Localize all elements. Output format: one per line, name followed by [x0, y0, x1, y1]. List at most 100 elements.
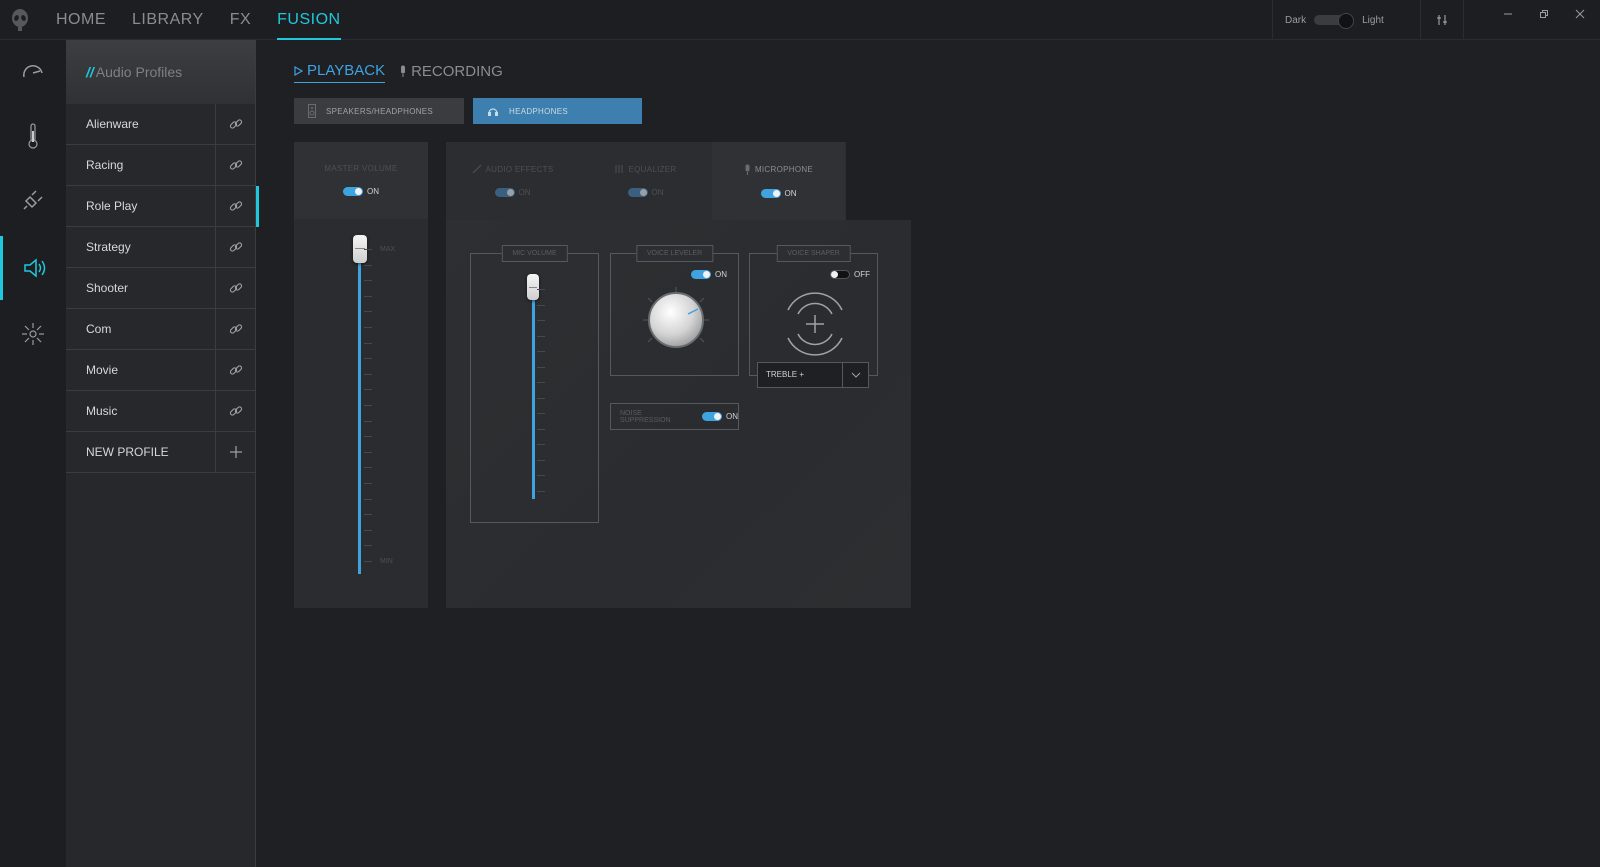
- power-plug-icon[interactable]: [0, 168, 66, 232]
- microphone-title: MICROPHONE: [712, 142, 845, 175]
- slider-tick: [537, 475, 545, 476]
- voice-shaper-toggle[interactable]: OFF: [830, 270, 870, 279]
- equalizer-switch[interactable]: [627, 188, 648, 197]
- noise-suppression-title: NOISE SUPPRESSION: [620, 409, 671, 424]
- voice-leveler-switch[interactable]: [691, 270, 711, 279]
- slider-tick: [364, 311, 372, 313]
- tab-playback[interactable]: PLAYBACK: [294, 62, 386, 83]
- headphones-button[interactable]: HEADPHONES: [473, 98, 642, 124]
- new-profile-button[interactable]: NEW PROFILE: [66, 432, 215, 472]
- master-volume-slider[interactable]: MAX MIN: [294, 219, 428, 608]
- gauge-icon[interactable]: [0, 40, 66, 104]
- tab-recording[interactable]: RECORDING: [399, 62, 503, 83]
- voice-leveler-knob[interactable]: [638, 282, 714, 358]
- speaker-box-icon: [308, 104, 316, 118]
- master-volume-track[interactable]: [358, 239, 361, 574]
- profile-name[interactable]: Com: [66, 309, 215, 349]
- nav-home[interactable]: HOME: [56, 0, 106, 40]
- noise-suppression-switch[interactable]: [702, 412, 722, 421]
- voice-leveler-state: ON: [715, 270, 727, 279]
- profile-row: Shooter: [66, 268, 255, 309]
- mic-volume-track[interactable]: [532, 284, 535, 499]
- master-volume-title: MASTER VOLUME: [324, 164, 398, 173]
- tab-equalizer[interactable]: EQUALIZER ON: [579, 142, 712, 220]
- speaker-icon[interactable]: [0, 236, 66, 300]
- thermometer-icon[interactable]: [0, 104, 66, 168]
- close-icon[interactable]: [1570, 6, 1590, 22]
- profile-name[interactable]: Strategy: [66, 227, 215, 267]
- link-icon[interactable]: [215, 186, 255, 226]
- link-icon[interactable]: [215, 309, 255, 349]
- equalizer-icon: [615, 165, 623, 173]
- microphone-switch[interactable]: [760, 189, 781, 198]
- restore-icon[interactable]: [1534, 6, 1554, 22]
- master-volume-toggle[interactable]: ON: [294, 187, 428, 196]
- slider-tick: [537, 444, 545, 445]
- profile-name[interactable]: Role Play: [66, 186, 215, 226]
- slider-tick: [364, 561, 372, 562]
- speakers-headphones-button[interactable]: SPEAKERS/HEADPHONES: [294, 98, 464, 124]
- tab-recording-label: RECORDING: [411, 62, 503, 80]
- profile-row: Role Play: [66, 186, 259, 227]
- profile-row: Movie: [66, 350, 255, 391]
- link-icon[interactable]: [215, 104, 255, 144]
- theme-switch[interactable]: [1314, 13, 1355, 29]
- tab-microphone[interactable]: MICROPHONE ON: [712, 142, 845, 220]
- new-profile-row: NEW PROFILE: [66, 432, 255, 473]
- link-icon[interactable]: [215, 268, 255, 308]
- profile-row: Music: [66, 391, 255, 432]
- microphone-icon: [401, 65, 406, 77]
- link-icon[interactable]: [215, 227, 255, 267]
- voice-shaper-graphic-icon: [784, 288, 846, 360]
- voice-shaper-dropdown[interactable]: TREBLE +: [757, 362, 869, 388]
- master-volume-switch[interactable]: [343, 187, 363, 196]
- equalizer-toggle[interactable]: ON: [579, 188, 712, 197]
- slider-tick: [364, 514, 372, 516]
- audio-effects-label: AUDIO EFFECTS: [485, 164, 554, 174]
- slider-tick: [537, 413, 545, 414]
- microphone-label: MICROPHONE: [754, 165, 814, 174]
- theme-toggle-group: Dark Light: [1272, 0, 1420, 40]
- audio-effects-switch[interactable]: [494, 188, 515, 197]
- tab-audio-effects[interactable]: AUDIO EFFECTS ON: [446, 142, 579, 220]
- profile-name[interactable]: Movie: [66, 350, 215, 390]
- slider-tick: [537, 397, 545, 399]
- microphone-toggle[interactable]: ON: [712, 189, 845, 198]
- profile-name[interactable]: Alienware: [66, 104, 215, 144]
- profile-name[interactable]: Music: [66, 391, 215, 431]
- nav-fx[interactable]: FX: [230, 0, 251, 40]
- microphone-controls: MIC VOLUME VOICE LEVELER ON VOICE SHAPER…: [446, 220, 911, 608]
- slider-tick: [537, 382, 545, 383]
- profile-name[interactable]: Racing: [66, 145, 215, 185]
- minimize-icon[interactable]: [1498, 6, 1518, 22]
- slider-tick: [364, 358, 372, 360]
- theme-light-label: Light: [1362, 14, 1384, 26]
- voice-shaper-title: VOICE SHAPER: [776, 245, 851, 262]
- link-icon[interactable]: [215, 145, 255, 185]
- nav-fusion[interactable]: FUSION: [277, 0, 342, 40]
- left-icon-rail: [0, 40, 66, 867]
- chevron-down-icon[interactable]: [842, 363, 868, 387]
- mic-volume-thumb[interactable]: [527, 274, 539, 300]
- alien-logo-icon[interactable]: [8, 8, 32, 32]
- effects-panel: AUDIO EFFECTS ON EQUALIZER ON MICROPHONE…: [446, 142, 911, 608]
- slider-tick: [364, 498, 372, 500]
- link-icon[interactable]: [215, 391, 255, 431]
- slider-tick: [364, 529, 372, 531]
- lighting-icon[interactable]: [0, 302, 66, 366]
- slider-tick: [537, 459, 545, 461]
- profile-row: Racing: [66, 145, 255, 186]
- voice-shaper-switch[interactable]: [830, 270, 850, 279]
- nav-library[interactable]: LIBRARY: [132, 0, 204, 40]
- slider-tick: [537, 366, 545, 368]
- master-max-label: MAX: [380, 246, 396, 253]
- voice-leveler-toggle[interactable]: ON: [691, 270, 727, 279]
- equalizer-title: EQUALIZER: [579, 142, 712, 174]
- plus-icon[interactable]: [215, 432, 255, 472]
- link-icon[interactable]: [215, 350, 255, 390]
- audio-effects-toggle[interactable]: ON: [446, 188, 579, 197]
- master-min-label: MIN: [380, 558, 393, 565]
- profile-name[interactable]: Shooter: [66, 268, 215, 308]
- noise-suppression-toggle[interactable]: ON: [702, 412, 738, 421]
- sliders-settings-icon[interactable]: [1420, 0, 1464, 40]
